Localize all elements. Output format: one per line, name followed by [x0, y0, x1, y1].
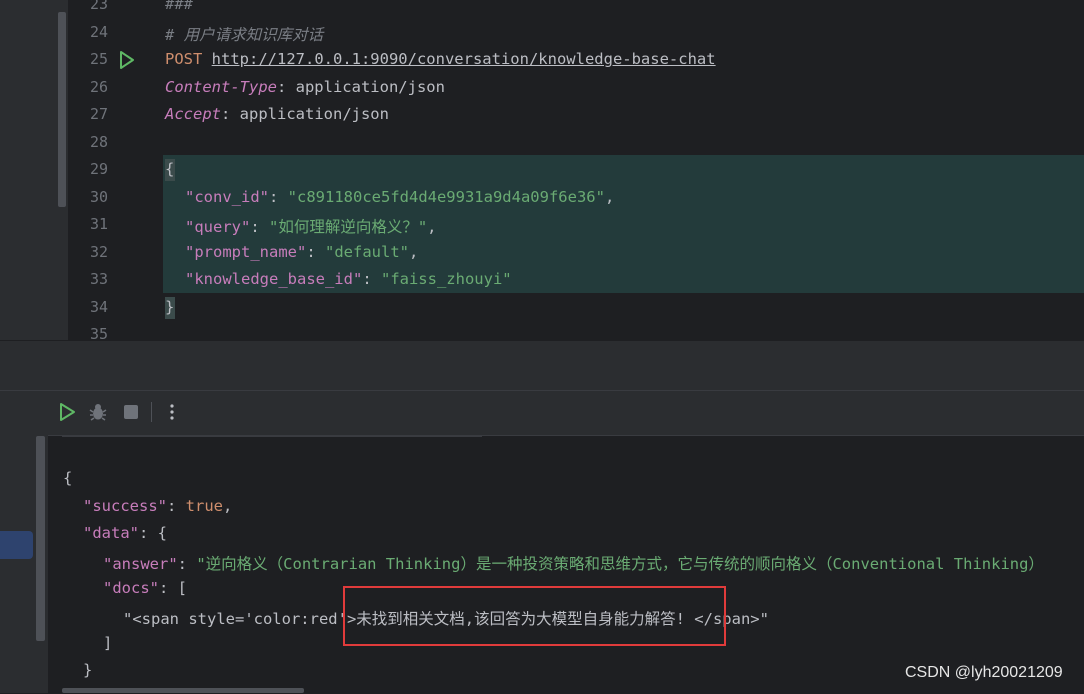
- header-name: Accept: [165, 105, 221, 123]
- header-value: : application/json: [276, 78, 445, 96]
- json-value: "c891180ce5fd4d4e9931a9d4a09f6e36": [287, 188, 605, 206]
- panel-splitter[interactable]: [0, 340, 1084, 391]
- more-vertical-icon[interactable]: [161, 400, 183, 424]
- line-number: 33: [89, 270, 108, 288]
- json-separator: :: [139, 524, 158, 542]
- json-separator: :: [177, 555, 197, 573]
- response-close-bracket: ]: [103, 634, 113, 652]
- response-open-brace: {: [63, 469, 73, 487]
- json-field: "prompt_name": "default",: [185, 243, 418, 261]
- line-number: 25: [89, 50, 108, 68]
- json-comma: ,: [223, 497, 233, 515]
- json-separator: :: [362, 270, 381, 288]
- json-key: "docs": [103, 579, 159, 597]
- json-close-brace: }: [165, 298, 175, 316]
- header-line: Accept: application/json: [165, 105, 389, 123]
- code-line: ###: [165, 0, 193, 13]
- json-key: "answer": [103, 555, 178, 573]
- toolbar-separator: [151, 402, 152, 422]
- selected-request-item[interactable]: [0, 531, 33, 559]
- response-close-brace: }: [83, 661, 93, 679]
- json-key: "knowledge_base_id": [185, 270, 363, 288]
- play-icon[interactable]: [119, 51, 135, 69]
- json-separator: :: [250, 218, 269, 236]
- left-panel-scrollbar[interactable]: [58, 12, 66, 207]
- response-field-answer: "answer": "逆向格义（Contrarian Thinking）是一种投…: [103, 552, 1044, 574]
- line-number: 29: [89, 160, 108, 178]
- response-field-docs: "docs": [: [103, 579, 187, 597]
- output-separator-line: [62, 436, 482, 437]
- json-key: "data": [83, 524, 139, 542]
- json-key: "query": [185, 218, 251, 236]
- line-number: 24: [89, 23, 108, 41]
- json-field: "knowledge_base_id": "faiss_zhouyi": [185, 270, 512, 288]
- run-icon[interactable]: [56, 400, 78, 424]
- json-open-bracket: [: [177, 579, 188, 597]
- json-comma: ,: [427, 218, 437, 236]
- request-url-link[interactable]: http://127.0.0.1:9090/conversation/knowl…: [212, 50, 716, 68]
- json-field: "conv_id": "c891180ce5fd4d4e9931a9d4a09f…: [185, 188, 614, 206]
- line-number: 31: [89, 215, 108, 233]
- watermark: CSDN @lyh20021209: [905, 664, 1063, 681]
- line-number: 32: [89, 243, 108, 261]
- json-separator: :: [269, 188, 288, 206]
- line-number: 26: [89, 78, 108, 96]
- run-toolbar: [48, 391, 1084, 436]
- annotation-red-box: [343, 586, 726, 646]
- json-open-brace: {: [165, 160, 175, 178]
- header-value: : application/json: [221, 105, 389, 123]
- http-method: POST: [165, 50, 203, 68]
- line-number: 28: [89, 133, 108, 151]
- request-line: POST http://127.0.0.1:9090/conversation/…: [165, 50, 716, 68]
- debug-icon[interactable]: [87, 400, 109, 424]
- stop-icon[interactable]: [120, 400, 142, 424]
- line-number: 34: [89, 298, 108, 316]
- json-field: "query": "如何理解逆向格义？",: [185, 215, 437, 237]
- json-key: "conv_id": [185, 188, 269, 206]
- json-open-brace: {: [157, 524, 168, 542]
- request-comment: # 用户请求知识库对话: [165, 26, 324, 44]
- output-horizontal-scrollbar[interactable]: [62, 688, 304, 693]
- line-number: 23: [89, 0, 108, 13]
- line-number: 30: [89, 188, 108, 206]
- json-value: "如何理解逆向格义？": [269, 218, 428, 236]
- json-value: "default": [325, 243, 409, 261]
- json-separator: :: [167, 497, 186, 515]
- response-field-success: "success": true,: [83, 497, 232, 515]
- json-separator: :: [159, 579, 178, 597]
- json-comma: ,: [409, 243, 419, 261]
- json-key: "prompt_name": [185, 243, 307, 261]
- header-name: Content-Type: [165, 78, 277, 96]
- header-line: Content-Type: application/json: [165, 78, 445, 96]
- json-separator: :: [306, 243, 325, 261]
- response-field-data: "data": {: [83, 524, 167, 542]
- line-number: 27: [89, 105, 108, 123]
- left-panel-scrollbar[interactable]: [36, 436, 45, 641]
- json-value: "逆向格义（Contrarian Thinking）是一种投资策略和思维方式，它…: [196, 555, 1044, 573]
- json-value: true: [185, 497, 223, 515]
- json-value: "faiss_zhouyi": [380, 270, 512, 288]
- json-key: "success": [83, 497, 167, 515]
- json-comma: ,: [604, 188, 615, 206]
